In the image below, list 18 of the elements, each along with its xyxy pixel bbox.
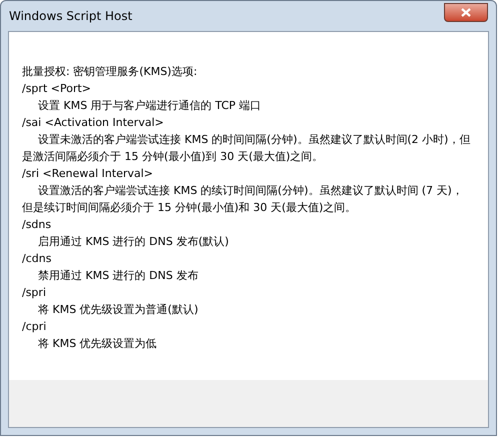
window-title: Windows Script Host	[9, 8, 132, 25]
command-parameter: /sdns	[22, 217, 52, 233]
command-parameter: /spri	[22, 285, 47, 301]
command-parameter: /sprt <Port>	[22, 81, 92, 97]
option-description: 将 KMS 优先级设置为普通(默认)	[37, 302, 200, 318]
option-description: 设置 KMS 用于与客户端进行通信的 TCP 端口	[37, 98, 262, 114]
command-parameter: /cdns	[22, 251, 52, 267]
option-description: 禁用通过 KMS 进行的 DNS 发布	[37, 268, 200, 284]
close-button[interactable]	[444, 2, 488, 22]
option-description: 设置未激活的客户端尝试连接 KMS 的时间间隔(分钟)。虽然建议了默认时间(2 小时)，但是激活间隔必须介于 15 分钟(最小值)到 30 天(最大值)之间。	[22, 132, 472, 165]
command-parameter: /cpri	[22, 319, 48, 335]
option-description: 将 KMS 优先级设置为低	[37, 336, 158, 352]
message-heading: 批量授权: 密钥管理服务(KMS)选项:	[22, 64, 198, 80]
command-parameter: /sai <Activation Interval>	[22, 115, 165, 131]
close-icon	[461, 8, 471, 16]
command-parameter: /sri <Renewal Interval>	[22, 166, 154, 182]
option-description: 设置激活的客户端尝试连接 KMS 的续订时间间隔(分钟)。虽然建议了默认时间 (7 天)，但是续订时间间隔必须介于 15 分钟(最小值)和 30 天(最大值)之间。	[22, 183, 464, 216]
option-description: 启用通过 KMS 进行的 DNS 发布(默认)	[37, 234, 230, 250]
